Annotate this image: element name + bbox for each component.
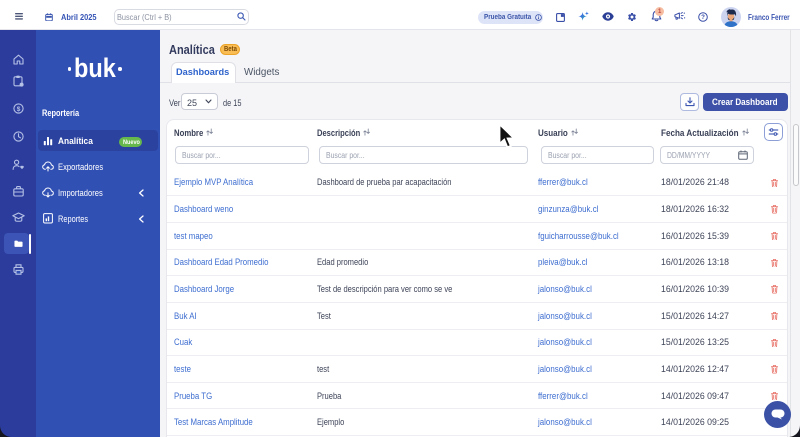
- svg-text:$: $: [17, 106, 21, 113]
- svg-text:?: ?: [701, 14, 705, 21]
